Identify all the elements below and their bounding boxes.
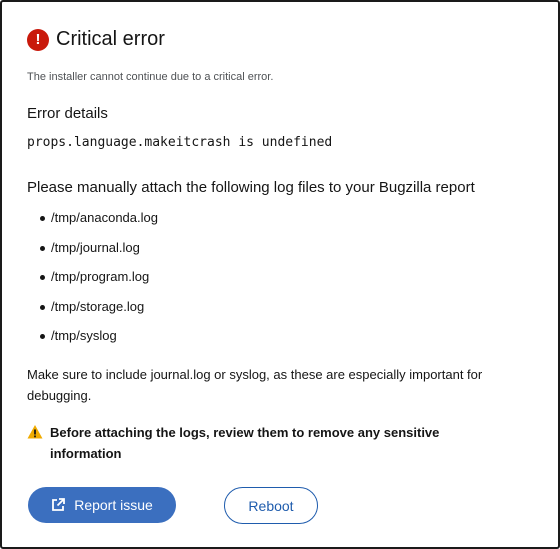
critical-error-dialog: ! Critical error The installer cannot co…	[0, 0, 560, 549]
log-file-path: /tmp/storage.log	[51, 298, 145, 314]
log-file-item: /tmp/anaconda.log	[27, 208, 158, 238]
reboot-button[interactable]: Reboot	[224, 487, 318, 524]
log-file-item: /tmp/syslog	[27, 326, 158, 356]
error-message: props.language.makeitcrash is undefined	[27, 135, 333, 150]
log-file-path: /tmp/program.log	[51, 269, 150, 284]
log-file-item: /tmp/journal.log	[27, 238, 158, 268]
reboot-label: Reboot	[248, 497, 294, 514]
log-file-item: /tmp/program.log	[27, 267, 158, 297]
log-file-item: /tmp/storage.log	[27, 297, 158, 327]
dialog-header: ! Critical error	[27, 28, 165, 51]
exclamation-circle-icon: !	[27, 28, 49, 51]
bullet-icon	[40, 216, 45, 221]
report-issue-button[interactable]: Report issue	[28, 487, 176, 523]
bullet-icon	[40, 334, 45, 339]
bullet-icon	[40, 245, 45, 251]
log-file-path: /tmp/journal.log	[51, 239, 140, 255]
sensitive-info-warning: Before attaching the logs, review them t…	[27, 422, 487, 464]
dialog-title: Critical error	[56, 28, 165, 50]
warning-triangle-icon	[27, 425, 43, 439]
log-file-path: /tmp/syslog	[51, 328, 117, 343]
report-issue-label: Report issue	[74, 497, 153, 513]
log-files-heading: Please manually attach the following log…	[27, 179, 475, 196]
dialog-description: The installer cannot continue due to a c…	[27, 71, 274, 83]
error-details-heading: Error details	[27, 105, 108, 122]
log-file-path: /tmp/anaconda.log	[51, 210, 158, 225]
log-file-list: /tmp/anaconda.log /tmp/journal.log /tmp/…	[27, 208, 158, 356]
logs-note: Make sure to include journal.log or sysl…	[27, 367, 483, 403]
external-link-icon	[52, 498, 66, 511]
bullet-icon	[40, 275, 45, 280]
bullet-icon	[40, 304, 45, 310]
warning-text: Before attaching the logs, review them t…	[50, 425, 440, 461]
